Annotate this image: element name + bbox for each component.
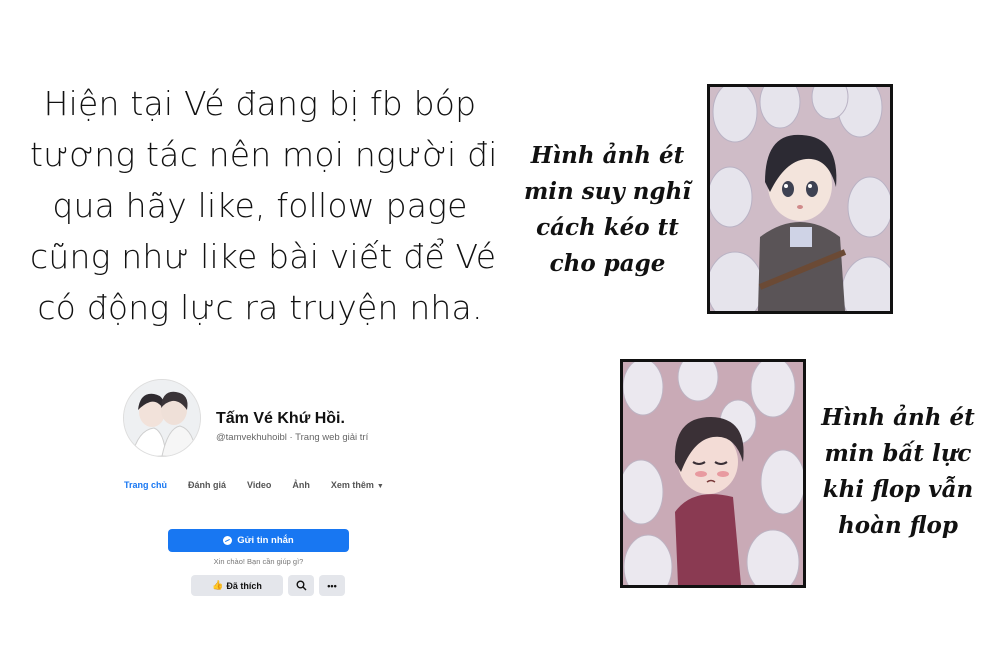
tab-photos[interactable]: Ảnh — [292, 480, 310, 490]
tab-more[interactable]: Xem thêm ▼ — [331, 480, 384, 490]
comic-panel-helpless — [620, 359, 806, 588]
main-message-line: Hiện tại Vé đang bị fb bóp — [43, 84, 477, 123]
main-message-line: qua hãy like, follow page — [52, 186, 468, 225]
action-buttons: 👍 Đã thích ••• — [191, 575, 350, 596]
send-message-label: Gửi tin nhắn — [237, 535, 294, 546]
liked-label: Đã thích — [226, 580, 262, 591]
character-thinking-illustration — [710, 87, 890, 311]
more-icon: ••• — [327, 580, 337, 591]
search-button[interactable] — [288, 575, 314, 596]
page-tabs: Trang chủ Đánh giá Video Ảnh Xem thêm ▼ — [124, 480, 405, 490]
tab-reviews[interactable]: Đánh giá — [188, 480, 226, 490]
page-subtitle: @tamvekhuhoibl · Trang web giải trí — [216, 432, 369, 443]
tab-more-label: Xem thêm — [330, 480, 374, 490]
send-message-button[interactable]: Gửi tin nhắn — [168, 529, 349, 552]
chevron-down-icon: ▼ — [376, 483, 384, 490]
facebook-page-card: Tấm Vé Khứ Hồi. @tamvekhuhoibl · Trang w… — [110, 372, 384, 612]
caption-top: Hình ảnh ét min suy nghĩ cách kéo tt cho… — [515, 138, 700, 282]
comic-panel-thinking — [707, 84, 893, 314]
caption-line: min suy nghĩ — [523, 178, 692, 205]
avatar-illustration — [124, 380, 200, 456]
tab-home[interactable]: Trang chủ — [124, 480, 167, 490]
thumbs-up-icon: 👍 — [212, 580, 224, 590]
message-hint: Xin chào! Bạn cần giúp gì? — [213, 557, 304, 566]
caption-line: Hình ảnh ét — [821, 404, 975, 431]
caption-line: cho page — [549, 250, 666, 277]
caption-line: Hình ảnh ét — [530, 142, 685, 169]
liked-button[interactable]: 👍 Đã thích — [191, 575, 283, 596]
search-icon — [296, 580, 306, 591]
more-button[interactable]: ••• — [319, 575, 345, 596]
main-message-line: có động lực ra truyện nha. — [37, 288, 483, 327]
messenger-icon — [223, 536, 233, 545]
character-helpless-illustration — [623, 362, 803, 585]
main-message: Hiện tại Vé đang bị fb bóp tương tác nên… — [30, 78, 498, 333]
avatar[interactable] — [123, 379, 201, 457]
caption-line: min bất lực — [824, 440, 972, 467]
caption-line: khi flop vẫn — [822, 476, 974, 503]
main-message-line: cũng như like bài viết để Vé — [30, 237, 497, 276]
caption-line: hoàn flop — [838, 512, 958, 539]
page-title: Tấm Vé Khứ Hồi. — [216, 410, 345, 427]
caption-line: cách kéo tt — [536, 214, 679, 241]
tab-videos[interactable]: Video — [247, 480, 271, 490]
caption-bottom: Hình ảnh ét min bất lực khi flop vẫn hoà… — [808, 400, 988, 544]
main-message-line: tương tác nên mọi người đi — [30, 135, 498, 174]
